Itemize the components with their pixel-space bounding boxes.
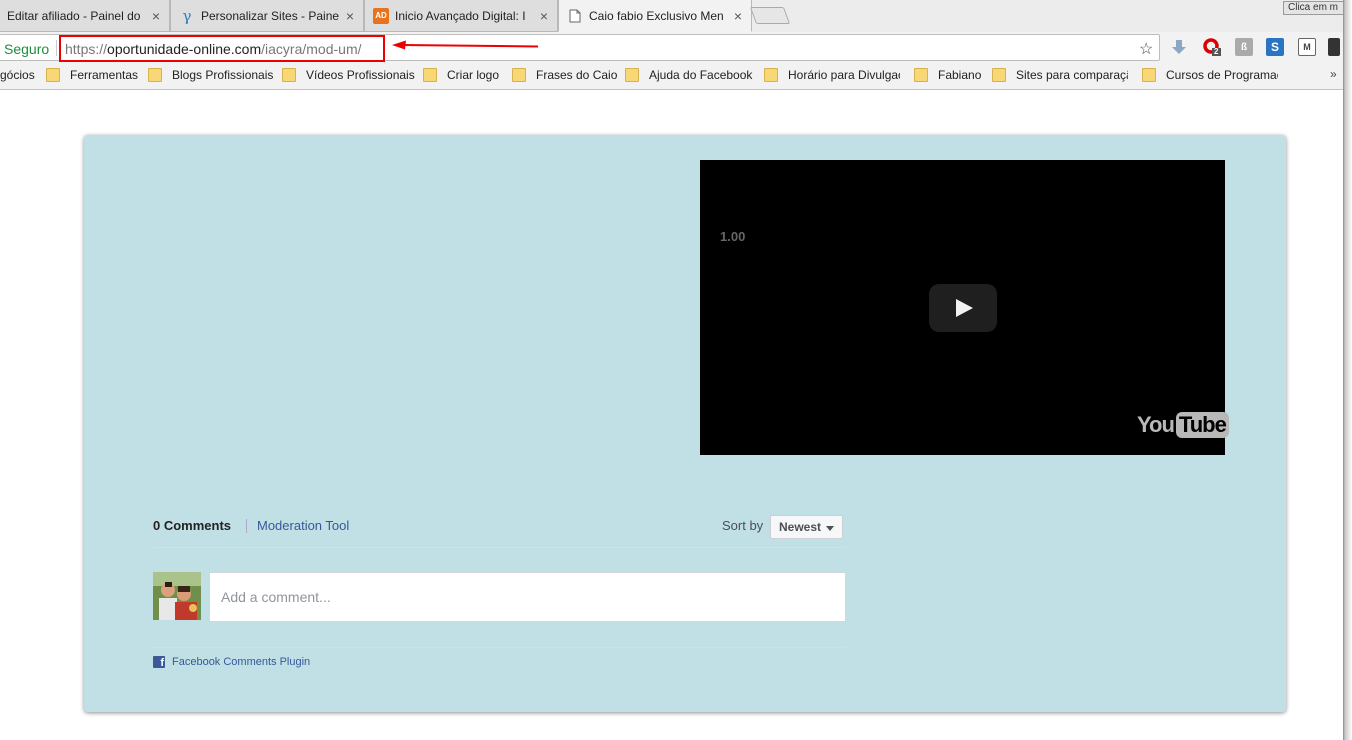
close-icon[interactable]: ×: [343, 8, 357, 24]
play-button[interactable]: [929, 284, 997, 332]
extension-badge: 2: [1214, 47, 1219, 56]
bookmark-item[interactable]: Vídeos Profissionais: [282, 62, 416, 88]
browser-window: Editar afiliado - Painel do × γ Personal…: [0, 0, 1344, 740]
bookmark-item[interactable]: Ferramentas: [46, 62, 146, 88]
bookmark-item[interactable]: Blogs Profissionais: [148, 62, 278, 88]
divider: [246, 519, 247, 533]
bookmarks-overflow-button[interactable]: »: [1330, 67, 1337, 81]
bookmark-star-icon[interactable]: ☆: [1139, 39, 1153, 59]
ad-icon: AD: [373, 7, 389, 24]
window-edge: [1343, 0, 1352, 740]
bookmark-item[interactable]: Ajuda do Facebook: [625, 62, 757, 88]
m-icon[interactable]: M: [1298, 38, 1316, 56]
youtube-logo-tube: Tube: [1175, 412, 1229, 438]
blank-page-icon: [567, 8, 583, 24]
sort-value: Newest: [779, 520, 822, 534]
divider: [153, 547, 846, 548]
gamma-icon: γ: [182, 6, 192, 25]
facebook-comments-plugin-link[interactable]: f Facebook Comments Plugin: [153, 656, 310, 668]
tab-strip: Editar afiliado - Painel do × γ Personal…: [0, 0, 1344, 32]
comment-input[interactable]: [210, 573, 845, 621]
s-icon[interactable]: S: [1266, 38, 1284, 56]
tab-title: Personalizar Sites - Painel: [201, 8, 339, 23]
sort-dropdown[interactable]: Newest: [770, 515, 843, 539]
bookmark-item[interactable]: Cursos de Programaç: [1142, 62, 1278, 88]
sort-by-label: Sort by: [722, 518, 764, 533]
youtube-logo-you: You: [1137, 412, 1175, 437]
divider: [56, 40, 57, 56]
tab-title: Caio fabio Exclusivo Men: [589, 8, 724, 23]
bookmark-item[interactable]: Frases do Caio: [512, 62, 618, 88]
download-arrow-icon[interactable]: [1170, 38, 1188, 56]
folder-icon: [992, 68, 1006, 82]
close-icon[interactable]: ×: [149, 8, 163, 24]
tab-inicio-avancado[interactable]: AD Inicio Avançado Digital: I ×: [364, 0, 558, 32]
url-highlight-box: [59, 35, 385, 62]
moderation-tool-link[interactable]: Moderation Tool: [257, 518, 349, 533]
close-icon[interactable]: ×: [537, 8, 551, 24]
youtube-logo[interactable]: You Tube: [1137, 410, 1229, 440]
playback-speed-label: 1.00: [720, 229, 746, 244]
folder-icon: [764, 68, 778, 82]
bookmark-item[interactable]: Criar logo: [423, 62, 507, 88]
bookmarks-bar: gócios Ferramentas Blogs Profissionais V…: [0, 62, 1344, 90]
folder-icon: [282, 68, 296, 82]
bookmark-item[interactable]: gócios: [0, 62, 40, 88]
tab-editar-afiliado[interactable]: Editar afiliado - Painel do ×: [0, 0, 170, 32]
shield-icon[interactable]: ß: [1235, 38, 1253, 56]
new-tab-button[interactable]: [749, 7, 791, 24]
tab-caio-fabio[interactable]: Caio fabio Exclusivo Men ×: [558, 0, 752, 32]
bookmark-item[interactable]: Fabiano: [914, 62, 982, 88]
annotation-arrow: [392, 40, 539, 50]
bookmark-item[interactable]: Sites para comparaçã: [992, 62, 1128, 88]
folder-icon: [512, 68, 526, 82]
tab-title: Inicio Avançado Digital: I: [395, 8, 526, 23]
facebook-icon: f: [153, 656, 165, 668]
opera-icon[interactable]: 2: [1203, 38, 1221, 56]
comments-count: 0 Comments: [153, 518, 232, 533]
menu-icon[interactable]: [1328, 38, 1340, 56]
folder-icon: [914, 68, 928, 82]
plugin-label: Facebook Comments Plugin: [172, 656, 311, 668]
folder-icon: [625, 68, 639, 82]
bookmark-item[interactable]: Horário para Divulgaç: [764, 62, 900, 88]
caret-down-icon: [826, 526, 834, 531]
tab-personalizar-sites[interactable]: γ Personalizar Sites - Painel ×: [170, 0, 364, 32]
folder-icon: [148, 68, 162, 82]
window-tooltip: Clica em m: [1283, 1, 1344, 15]
folder-icon: [1142, 68, 1156, 82]
folder-icon: [46, 68, 60, 82]
security-label[interactable]: Seguro: [4, 41, 49, 57]
tab-title: Editar afiliado - Painel do: [7, 8, 141, 23]
comments-header: 0 Comments Moderation Tool Sort by: [153, 517, 846, 539]
avatar: [153, 572, 201, 620]
close-icon[interactable]: ×: [731, 8, 745, 24]
folder-icon: [423, 68, 437, 82]
comment-box: [209, 572, 846, 622]
divider: [153, 647, 846, 648]
